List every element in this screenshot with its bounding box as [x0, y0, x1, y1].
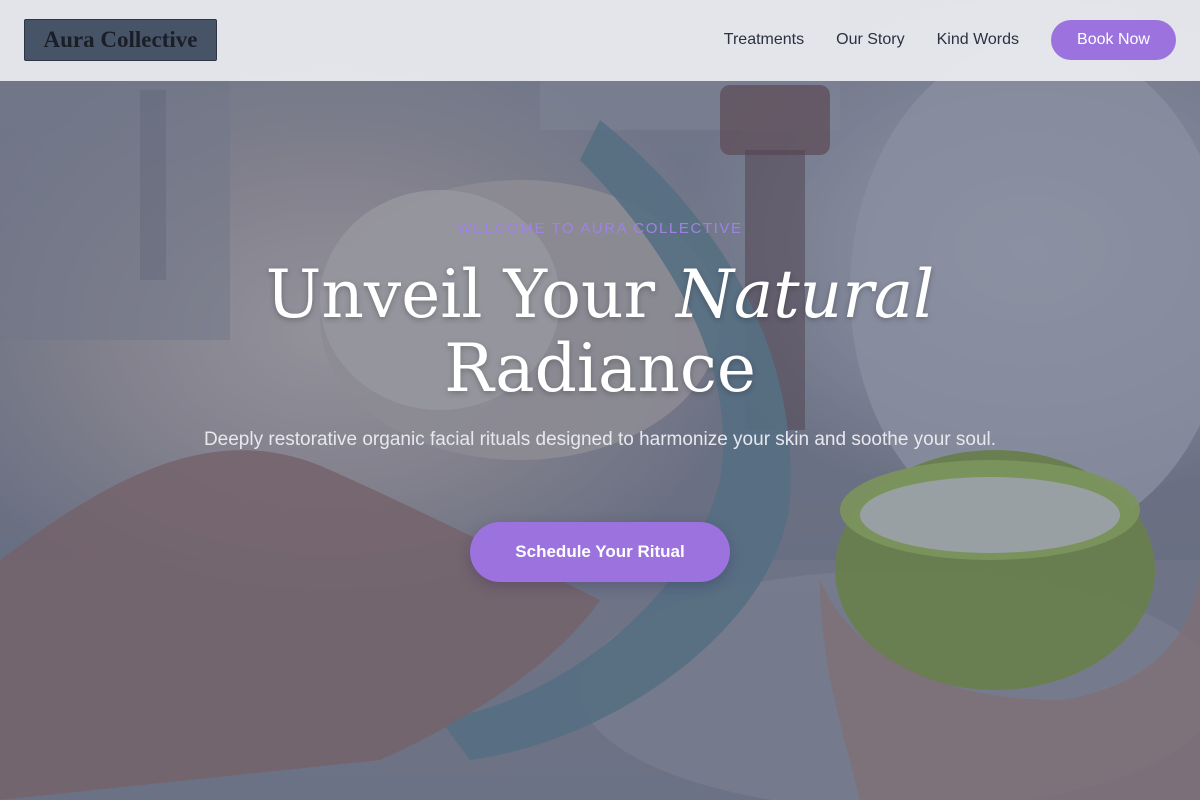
landing-page: Aura Collective Treatments Our Story Kin…	[0, 0, 1200, 800]
main-nav: Treatments Our Story Kind Words Book Now	[724, 20, 1176, 60]
hero-headline: Unveil Your Natural Radiance	[0, 258, 1200, 406]
headline-line-1: Unveil Your Natural	[0, 258, 1200, 332]
schedule-ritual-button[interactable]: Schedule Your Ritual	[470, 522, 730, 582]
headline-line-2: Radiance	[444, 330, 756, 407]
headline-text: Unveil Your	[265, 256, 677, 333]
brand-logo[interactable]: Aura Collective	[24, 19, 217, 61]
nav-link-our-story[interactable]: Our Story	[836, 31, 904, 49]
site-header: Aura Collective Treatments Our Story Kin…	[0, 0, 1200, 81]
nav-link-kind-words[interactable]: Kind Words	[937, 31, 1019, 49]
nav-link-treatments[interactable]: Treatments	[724, 31, 804, 49]
hero-subtitle: Deeply restorative organic facial ritual…	[203, 429, 997, 450]
book-now-button[interactable]: Book Now	[1051, 20, 1176, 60]
headline-emphasis: Natural	[676, 256, 935, 333]
hero-eyebrow: WELCOME TO AURA COLLECTIVE	[457, 220, 743, 237]
hero-section: WELCOME TO AURA COLLECTIVE Unveil Your N…	[0, 0, 1200, 800]
